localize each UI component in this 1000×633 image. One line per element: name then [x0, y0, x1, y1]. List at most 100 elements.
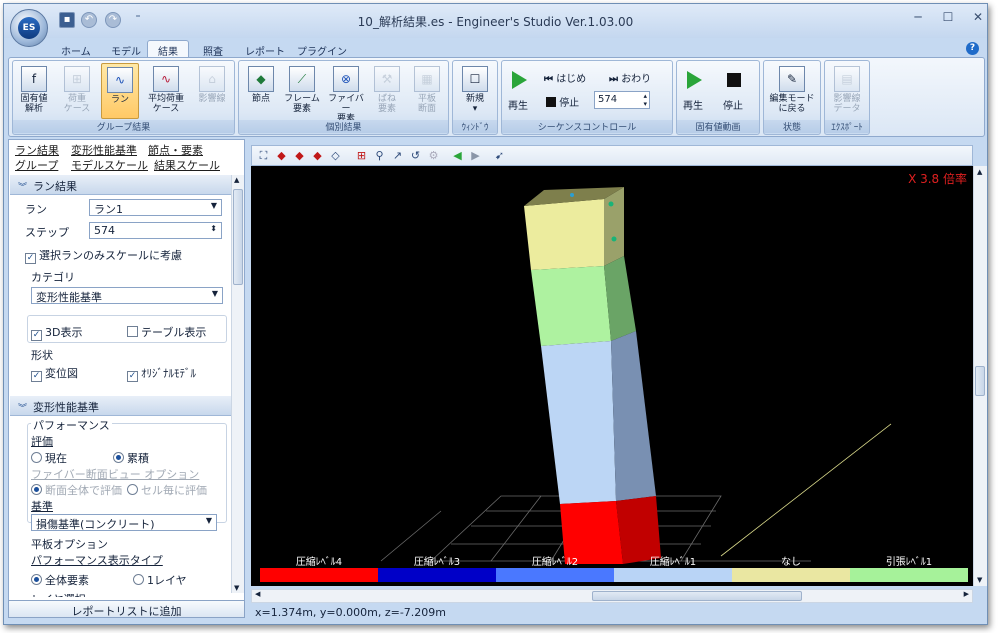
end-button[interactable]: ⏭ おわり — [609, 70, 651, 85]
coordinate-status: x=1.374m, y=0.000m, z=-7.209m — [255, 606, 447, 619]
fit-view-icon[interactable]: ⛶ — [256, 148, 271, 163]
view3d-checkbox[interactable]: ✓ 3D表示 — [31, 324, 82, 341]
per-cell-radio[interactable]: セル毎に評価 — [127, 482, 207, 498]
close-button[interactable]: ✕ — [966, 10, 987, 28]
fiber-options-label: ファイバー断面ビュー オプション — [31, 468, 200, 481]
scroll-down-icon[interactable]: ▼ — [234, 584, 239, 592]
tab-home[interactable]: ホーム — [50, 40, 102, 58]
help-icon[interactable]: ? — [966, 42, 979, 55]
zoom-window-icon[interactable]: ⊞ — [354, 148, 369, 163]
spin-icon[interactable]: ⬍ — [210, 224, 217, 233]
category-value: 変形性能基準 — [36, 291, 102, 304]
link-deformation-criteria[interactable]: 変形性能基準 — [71, 142, 137, 158]
fiber-element-button[interactable]: ⊗ ファイバー 要素 — [325, 63, 367, 124]
section-header-deformation-criteria[interactable]: ︾ 変形性能基準 — [10, 396, 234, 416]
back-icon[interactable]: ◀ — [450, 148, 465, 163]
viewport-vertical-scrollbar[interactable]: ▲ ▼ — [973, 166, 987, 586]
scroll-thumb[interactable] — [975, 366, 985, 396]
step-input[interactable]: 574 ⬍ — [89, 222, 222, 239]
play-icon[interactable] — [512, 71, 527, 92]
group-label: ｴｸｽﾎﾟｰﾄ — [825, 120, 869, 133]
scroll-up-icon[interactable]: ▲ — [977, 168, 982, 176]
viewport-horizontal-scrollbar[interactable]: ◀ ▶ — [251, 589, 973, 603]
link-group[interactable]: グループ — [15, 157, 58, 173]
ribbon: f 固有値 解析 ⊞ 荷重 ケース ∿ ラン ∿ 平均荷重 ケース ⌂ 影響線 グループ結果 ◆… — [8, 57, 985, 137]
scroll-thumb[interactable] — [233, 189, 243, 285]
tab-model[interactable]: モデル — [100, 40, 152, 58]
influence-line-button[interactable]: ⌂ 影響線 — [193, 63, 231, 119]
view-iso-icon[interactable]: ◆ — [274, 148, 289, 163]
rotate-icon[interactable]: ↺ — [408, 148, 423, 163]
link-run-results[interactable]: ラン結果 — [15, 142, 59, 158]
spring-element-button[interactable]: ⚒ ばね 要素 — [368, 63, 406, 119]
chevron-collapse-icon: ︾ — [18, 183, 28, 193]
add-to-report-list-button[interactable]: レポートリストに追加 — [8, 600, 245, 618]
export-group: ▤ 影響線 データ ｴｸｽﾎﾟｰﾄ — [824, 60, 870, 135]
new-window-button[interactable]: ☐ 新規 ▾ — [456, 63, 494, 119]
zoom-icon[interactable]: ⚲ — [372, 148, 387, 163]
button-label: 平均荷重 — [147, 94, 184, 104]
forward-icon[interactable]: ▶ — [468, 148, 483, 163]
eigen-analysis-button[interactable]: f 固有値 解析 — [15, 63, 53, 119]
eval-cumulative-radio[interactable]: 累積 — [113, 450, 149, 466]
checkbox-label: 3D表示 — [45, 326, 83, 339]
load-case-button[interactable]: ⊞ 荷重 ケース — [58, 63, 96, 119]
one-layer-radio[interactable]: 1レイヤ — [133, 572, 187, 588]
consider-scale-checkbox[interactable]: ✓ 選択ランのみスケールに考慮 — [25, 247, 182, 264]
scroll-left-icon[interactable]: ◀ — [255, 590, 260, 598]
original-model-checkbox[interactable]: ✓ ｵﾘｼﾞﾅﾙﾓﾃﾞﾙ — [127, 365, 196, 382]
pointer-icon[interactable]: ➹ — [492, 148, 507, 163]
table-view-checkbox[interactable]: テーブル表示 — [127, 324, 206, 340]
application-button[interactable]: ES — [10, 9, 48, 47]
button-label: ばね — [377, 94, 396, 104]
run-select[interactable]: ラン1 ▼ — [89, 199, 222, 216]
chevron-down-icon: ▼ — [205, 516, 212, 525]
new-window-icon: ☐ — [462, 66, 488, 92]
criterion-select[interactable]: 損傷基準(コンクリート) ▼ — [31, 514, 217, 531]
eval-now-radio[interactable]: 現在 — [31, 450, 67, 466]
category-select[interactable]: 変形性能基準 ▼ — [31, 287, 223, 304]
3d-viewport[interactable]: X 3.8 倍率 圧縮ﾚﾍﾞﾙ4 圧縮ﾚﾍﾞﾙ3 圧縮ﾚﾍﾞﾙ2 圧縮ﾚﾍﾞﾙ1… — [251, 166, 973, 586]
application-window: ES ▪ ↶ ↷ ⁼ 10_解析結果.es - Engineer's Studi… — [3, 3, 988, 625]
stop-button[interactable]: 停止 — [546, 94, 579, 109]
return-edit-mode-button[interactable]: ✎ 編集モード に戻る — [767, 63, 817, 119]
eigen-play-button[interactable] — [687, 71, 702, 92]
left-panel-scrollbar[interactable]: ▲ ▼ — [231, 175, 244, 593]
tab-plugin[interactable]: プラグイン — [286, 40, 358, 58]
link-node-element[interactable]: 節点・要素 — [148, 142, 203, 158]
radio-selected-icon — [31, 484, 42, 495]
view-side-icon[interactable]: ◆ — [310, 148, 325, 163]
link-model-scale[interactable]: モデルスケール — [71, 157, 148, 173]
node-button[interactable]: ◆ 節点 — [242, 63, 280, 119]
scroll-right-icon[interactable]: ▶ — [964, 590, 969, 598]
scroll-down-icon[interactable]: ▼ — [977, 576, 982, 584]
link-result-scale[interactable]: 結果スケール — [154, 157, 220, 173]
begin-button[interactable]: ⏮ はじめ — [544, 70, 586, 85]
influence-line-data-button[interactable]: ▤ 影響線 データ — [828, 63, 866, 119]
eigen-stop-button[interactable] — [727, 73, 741, 90]
scroll-thumb[interactable] — [592, 591, 802, 601]
minimize-button[interactable]: ─ — [906, 10, 930, 28]
spin-arrows-icon[interactable]: ▴ ▾ — [643, 92, 647, 108]
settings-icon[interactable]: ⚙ — [426, 148, 441, 163]
button-label: 解析 — [24, 104, 43, 114]
magnification-label: X 3.8 倍率 — [908, 172, 967, 186]
section-header-run-results[interactable]: ︾ ラン結果 — [10, 175, 234, 195]
frame-element-button[interactable]: ⟋ フレーム 要素 — [283, 63, 321, 119]
average-load-case-button[interactable]: ∿ 平均荷重 ケース — [144, 63, 188, 119]
view-top-icon[interactable]: ◇ — [328, 148, 343, 163]
checkbox-label: テーブル表示 — [141, 326, 207, 339]
maximize-button[interactable]: ☐ — [936, 10, 960, 28]
view-front-icon[interactable]: ◆ — [292, 148, 307, 163]
tab-results[interactable]: 結果 — [147, 40, 189, 58]
pan-icon[interactable]: ↗ — [390, 148, 405, 163]
plate-section-button[interactable]: ▦ 平板 断面 — [408, 63, 446, 119]
tab-check[interactable]: 照査 — [192, 40, 234, 58]
run-button[interactable]: ∿ ラン — [101, 63, 139, 119]
displacement-checkbox[interactable]: ✓ 変位図 — [31, 365, 78, 382]
scroll-up-icon[interactable]: ▲ — [234, 176, 239, 184]
chevron-down-icon: ▼ — [211, 289, 218, 298]
all-elements-radio[interactable]: 全体要素 — [31, 572, 89, 588]
step-spinner[interactable]: 574 ▴ ▾ — [594, 91, 650, 109]
whole-section-radio[interactable]: 断面全体で評価 — [31, 482, 122, 498]
